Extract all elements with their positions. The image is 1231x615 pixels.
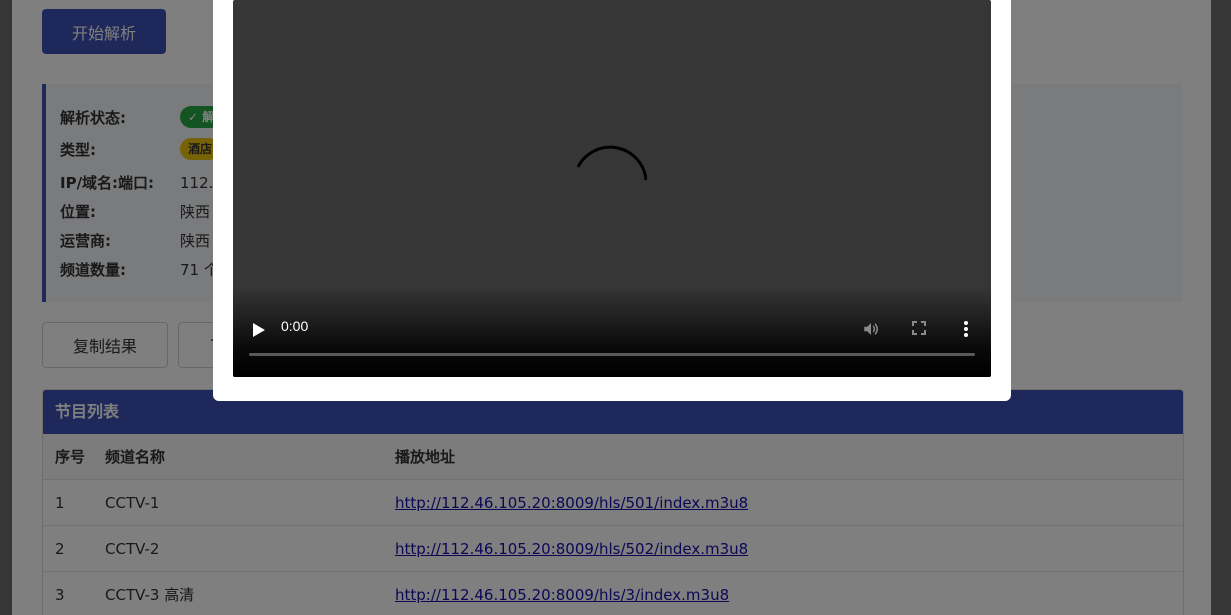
loading-spinner [576,145,647,181]
play-icon[interactable] [252,322,266,338]
progress-bar[interactable] [249,353,975,356]
current-time: 0:00 [281,318,309,334]
video-player[interactable]: 0:00 [233,0,991,377]
fullscreen-icon[interactable] [912,321,926,335]
more-options-icon[interactable] [963,320,969,338]
volume-icon[interactable] [862,320,880,338]
video-player-modal: 0:00 [213,0,1011,401]
